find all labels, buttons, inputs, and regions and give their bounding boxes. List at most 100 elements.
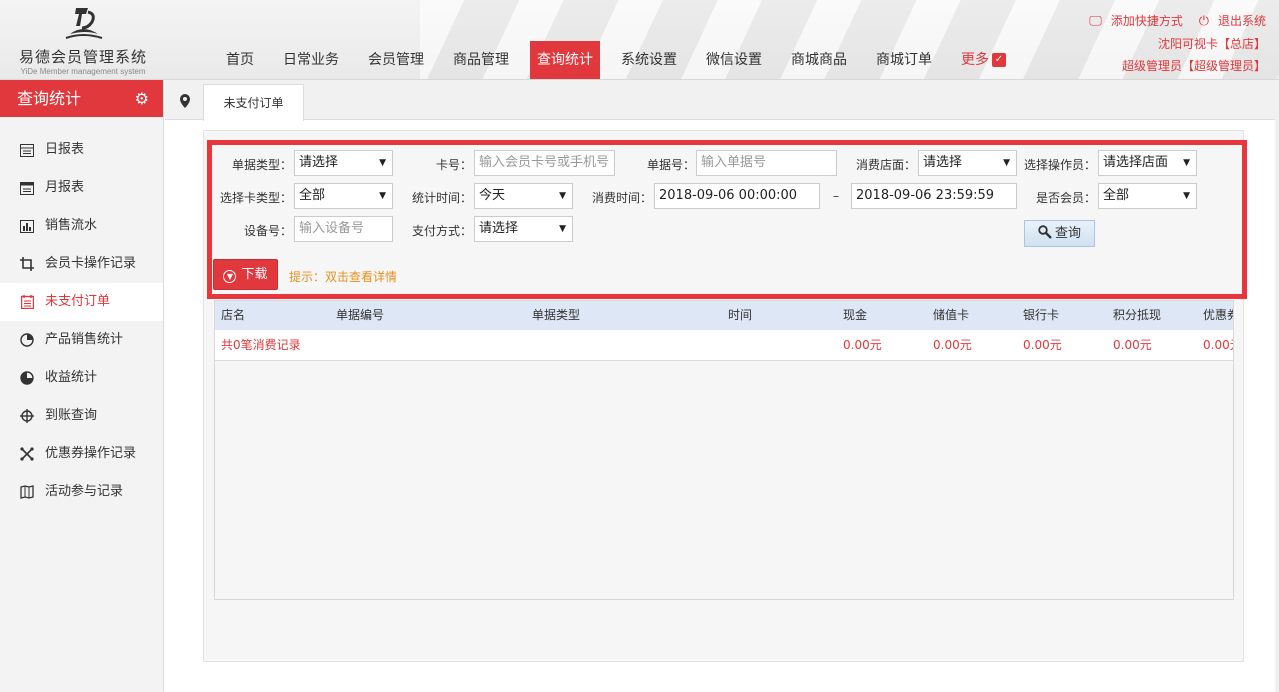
- sidebar-title: 查询统计 ⚙: [0, 80, 163, 117]
- nav-mall-orders[interactable]: 商城订单: [868, 41, 940, 79]
- logout-label: 退出系统: [1217, 14, 1266, 28]
- card-type-select[interactable]: 全部: [294, 183, 393, 209]
- bar-chart-icon: [19, 218, 35, 234]
- col-doc-no[interactable]: 单据编号: [336, 301, 384, 330]
- app-subtitle: YiDe Member management system: [20, 67, 146, 76]
- pay-method-select[interactable]: 请选择: [474, 216, 573, 242]
- download-button-label: 下载: [241, 267, 268, 282]
- location-pin-icon: [180, 94, 190, 108]
- operator-label: 选择操作员：: [1023, 158, 1096, 172]
- add-shortcut-link[interactable]: 🖵 添加快捷方式: [1083, 14, 1183, 29]
- monitor-icon: 🖵: [1089, 14, 1102, 29]
- is-member-select[interactable]: 全部: [1098, 183, 1197, 209]
- app-header: 易德会员管理系统 YiDe Member management system 首…: [0, 0, 1279, 80]
- user-role: 超级管理员【超级管理员】: [1121, 59, 1266, 73]
- nav-product-management[interactable]: 商品管理: [445, 41, 517, 79]
- scrollbar[interactable]: [1275, 80, 1279, 692]
- query-button[interactable]: 查询: [1024, 220, 1095, 247]
- sidebar-item-coupon-operation-log[interactable]: 优惠券操作记录: [0, 435, 163, 473]
- app-logo[interactable]: 易德会员管理系统 YiDe Member management system: [8, 4, 158, 76]
- sidebar-item-label: 产品销售统计: [45, 332, 124, 347]
- table-row[interactable]: 共0笔消费记录 0.00元 0.00元 0.00元 0.00元 0.00元: [215, 330, 1233, 361]
- doc-no-input[interactable]: 输入单据号: [696, 150, 837, 176]
- gear-icon[interactable]: ⚙: [135, 80, 149, 117]
- sidebar-item-label: 日报表: [45, 142, 85, 157]
- is-member-label: 是否会员：: [1035, 191, 1096, 205]
- table-header: 店名 单据编号 单据类型 时间 现金 储值卡 银行卡 积分抵现 优惠券: [215, 301, 1233, 330]
- sidebar-item-label: 收益统计: [45, 370, 98, 385]
- sidebar-item-product-sales-stats[interactable]: 产品销售统计: [0, 321, 163, 359]
- sidebar-item-label: 活动参与记录: [45, 484, 124, 499]
- nav-mall-products[interactable]: 商城商品: [783, 41, 855, 79]
- sidebar-item-monthly-report[interactable]: 月报表: [0, 169, 163, 207]
- nav-wechat-settings[interactable]: 微信设置: [698, 41, 770, 79]
- hint-text: 提示：双击查看详情: [289, 270, 398, 284]
- logo-icon: [65, 8, 103, 39]
- sidebar-item-card-operation-log[interactable]: 会员卡操作记录: [0, 245, 163, 283]
- power-icon: ⏻: [1198, 14, 1209, 29]
- col-coupon[interactable]: 优惠券: [1203, 301, 1233, 330]
- search-icon: [1038, 223, 1052, 248]
- doc-no-label: 单据号：: [646, 158, 695, 172]
- summary-coupon: 0.00元: [1203, 338, 1233, 352]
- consume-time-end-input[interactable]: 2018-09-06 23:59:59: [851, 183, 1017, 209]
- logout-link[interactable]: ⏻ 退出系统: [1193, 14, 1266, 29]
- user-info: 🖵 添加快捷方式 ⏻ 退出系统 沈阳可视卡【总店】 超级管理员【超级管理员】: [1077, 10, 1266, 77]
- summary-points: 0.00元: [1113, 338, 1152, 352]
- crosshair-icon: [19, 408, 35, 424]
- time-range-separator: –: [833, 189, 839, 203]
- query-button-label: 查询: [1054, 226, 1081, 241]
- orders-table: 店名 单据编号 单据类型 时间 现金 储值卡 银行卡 积分抵现 优惠券 共0笔消…: [214, 300, 1234, 600]
- card-no-input[interactable]: 输入会员卡号或手机号: [474, 150, 615, 176]
- tab-unpaid-orders[interactable]: 未支付订单: [203, 84, 304, 121]
- stat-time-select[interactable]: 今天: [474, 183, 573, 209]
- doc-type-select[interactable]: 请选择: [294, 150, 393, 176]
- summary-count: 共0笔消费记录: [221, 338, 301, 352]
- sidebar-item-unpaid-orders[interactable]: 未支付订单: [0, 283, 163, 321]
- nav-home[interactable]: 首页: [218, 41, 262, 79]
- nav-more[interactable]: 更多 ✓: [953, 41, 1014, 79]
- sidebar-item-activity-records[interactable]: 活动参与记录: [0, 473, 163, 511]
- calendar-month-icon: [19, 180, 35, 196]
- sidebar-item-label: 销售流水: [45, 218, 98, 233]
- sidebar-item-sales-flow[interactable]: 销售流水: [0, 207, 163, 245]
- consume-time-start-input[interactable]: 2018-09-06 00:00:00: [654, 183, 820, 209]
- col-points[interactable]: 积分抵现: [1113, 301, 1161, 330]
- sidebar-list: 日报表 月报表 销售流水 会员卡操作记录 未支付订单 产品销售统计 收益统计 到…: [0, 131, 163, 511]
- col-cash[interactable]: 现金: [843, 301, 867, 330]
- sidebar-item-arrival-query[interactable]: 到账查询: [0, 397, 163, 435]
- crop-icon: [19, 256, 35, 272]
- sidebar-title-text: 查询统计: [17, 89, 82, 108]
- store-name: 沈阳可视卡【总店】: [1157, 37, 1266, 51]
- consume-time-label: 消费时间：: [591, 191, 652, 205]
- store-label: 消费店面：: [855, 158, 916, 172]
- nav-system-settings[interactable]: 系统设置: [613, 41, 685, 79]
- operator-select[interactable]: 请选择店面: [1098, 150, 1197, 176]
- nav-daily-business[interactable]: 日常业务: [275, 41, 347, 79]
- summary-stored-card: 0.00元: [933, 338, 972, 352]
- nav-member-management[interactable]: 会员管理: [360, 41, 432, 79]
- nav-query-statistics[interactable]: 查询统计: [530, 41, 600, 79]
- device-label: 设备号：: [243, 224, 292, 238]
- sidebar: 查询统计 ⚙ 日报表 月报表 销售流水 会员卡操作记录 未支付订单 产品销售统计…: [0, 80, 164, 692]
- col-doc-type[interactable]: 单据类型: [532, 301, 580, 330]
- half-circle-icon: [19, 370, 35, 386]
- col-bank-card[interactable]: 银行卡: [1023, 301, 1059, 330]
- main-nav: 首页 日常业务 会员管理 商品管理 查询统计 系统设置 微信设置 商城商品 商城…: [218, 41, 1027, 79]
- device-input[interactable]: 输入设备号: [294, 216, 393, 242]
- col-time[interactable]: 时间: [728, 301, 752, 330]
- map-book-icon: [19, 484, 35, 500]
- summary-cash: 0.00元: [843, 338, 882, 352]
- pie-chart-icon: [19, 332, 35, 348]
- card-type-label: 选择卡类型：: [219, 191, 292, 205]
- sidebar-item-daily-report[interactable]: 日报表: [0, 131, 163, 169]
- scissors-icon: [19, 446, 35, 462]
- sidebar-item-label: 优惠券操作记录: [45, 446, 137, 461]
- download-button[interactable]: ▼ 下载: [213, 259, 278, 290]
- summary-bank-card: 0.00元: [1023, 338, 1062, 352]
- col-store[interactable]: 店名: [221, 301, 245, 330]
- sidebar-item-label: 未支付订单: [45, 294, 111, 309]
- store-select[interactable]: 请选择: [918, 150, 1017, 176]
- col-stored-card[interactable]: 储值卡: [933, 301, 969, 330]
- sidebar-item-revenue-stats[interactable]: 收益统计: [0, 359, 163, 397]
